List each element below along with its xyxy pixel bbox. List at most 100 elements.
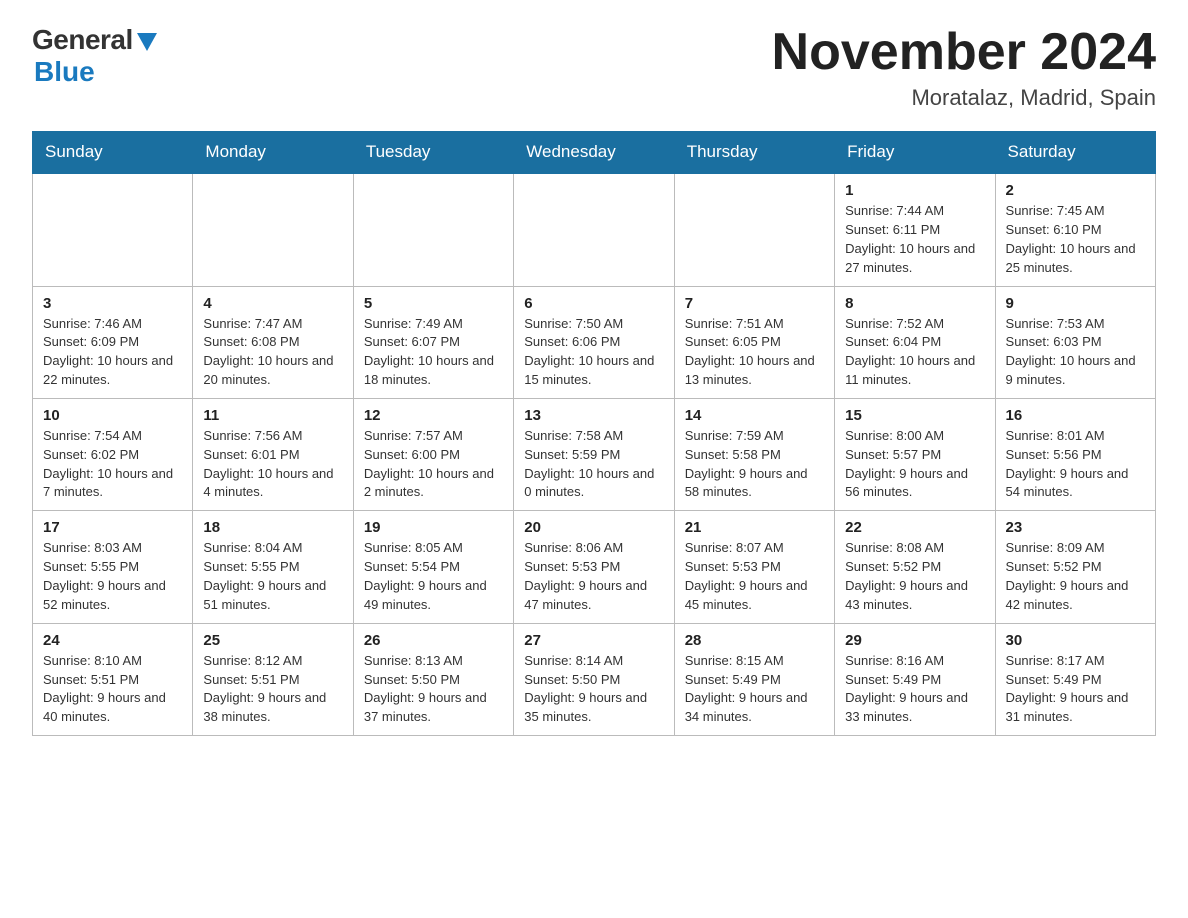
day-info: Sunrise: 8:13 AMSunset: 5:50 PMDaylight:… [364, 652, 503, 727]
calendar-cell [33, 173, 193, 286]
day-number: 11 [203, 407, 342, 424]
day-number: 29 [845, 632, 984, 649]
day-header-thursday: Thursday [674, 132, 834, 174]
calendar-cell: 15 Sunrise: 8:00 AMSunset: 5:57 PMDayligh… [835, 398, 995, 510]
calendar-cell: 6 Sunrise: 7:50 AMSunset: 6:06 PMDaylight… [514, 286, 674, 398]
calendar-cell: 27Sunrise: 8:14 AMSunset: 5:50 PMDayligh… [514, 623, 674, 735]
day-number: 1 [845, 182, 984, 199]
calendar-cell: 14 Sunrise: 7:59 AMSunset: 5:58 PMDayligh… [674, 398, 834, 510]
calendar-cell: 20 Sunrise: 8:06 AMSunset: 5:53 PMDayligh… [514, 511, 674, 623]
calendar-cell: 9 Sunrise: 7:53 AMSunset: 6:03 PMDaylight… [995, 286, 1155, 398]
day-header-sunday: Sunday [33, 132, 193, 174]
day-info: Sunrise: 8:15 AMSunset: 5:49 PMDaylight:… [685, 652, 824, 727]
calendar-cell: 29 Sunrise: 8:16 AMSunset: 5:49 PMDayligh… [835, 623, 995, 735]
day-number: 2 [1006, 182, 1145, 199]
day-number: 8 [845, 295, 984, 312]
day-info: Sunrise: 7:53 AMSunset: 6:03 PMDaylight:… [1006, 315, 1145, 390]
calendar-cell: 24 Sunrise: 8:10 AMSunset: 5:51 PMDayligh… [33, 623, 193, 735]
calendar-cell: 21 Sunrise: 8:07 AMSunset: 5:53 PMDayligh… [674, 511, 834, 623]
logo-general-text: General [32, 24, 133, 56]
calendar-cell [674, 173, 834, 286]
day-number: 14 [685, 407, 824, 424]
day-number: 18 [203, 519, 342, 536]
day-info: Sunrise: 8:05 AMSunset: 5:54 PMDaylight:… [364, 539, 503, 614]
day-number: 21 [685, 519, 824, 536]
location-label: Moratalaz, Madrid, Spain [772, 85, 1156, 111]
day-info: Sunrise: 8:12 AMSunset: 5:51 PMDaylight:… [203, 652, 342, 727]
day-info: Sunrise: 7:56 AMSunset: 6:01 PMDaylight:… [203, 427, 342, 502]
day-number: 24 [43, 632, 182, 649]
calendar-week-1: 1Sunrise: 7:44 AMSunset: 6:11 PMDaylight… [33, 173, 1156, 286]
day-info: Sunrise: 7:45 AMSunset: 6:10 PMDaylight:… [1006, 202, 1145, 277]
calendar-week-2: 3 Sunrise: 7:46 AMSunset: 6:09 PMDaylight… [33, 286, 1156, 398]
day-info: Sunrise: 8:04 AMSunset: 5:55 PMDaylight:… [203, 539, 342, 614]
day-number: 17 [43, 519, 182, 536]
day-info: Sunrise: 7:46 AMSunset: 6:09 PMDaylight:… [43, 315, 182, 390]
calendar-cell: 11 Sunrise: 7:56 AMSunset: 6:01 PMDayligh… [193, 398, 353, 510]
day-header-wednesday: Wednesday [514, 132, 674, 174]
day-info: Sunrise: 7:52 AMSunset: 6:04 PMDaylight:… [845, 315, 984, 390]
day-number: 9 [1006, 295, 1145, 312]
calendar-cell: 3 Sunrise: 7:46 AMSunset: 6:09 PMDaylight… [33, 286, 193, 398]
month-title: November 2024 [772, 24, 1156, 81]
day-info: Sunrise: 8:06 AMSunset: 5:53 PMDaylight:… [524, 539, 663, 614]
day-number: 5 [364, 295, 503, 312]
day-number: 15 [845, 407, 984, 424]
calendar-cell: 22Sunrise: 8:08 AMSunset: 5:52 PMDayligh… [835, 511, 995, 623]
day-info: Sunrise: 7:49 AMSunset: 6:07 PMDaylight:… [364, 315, 503, 390]
day-number: 27 [524, 632, 663, 649]
day-info: Sunrise: 7:51 AMSunset: 6:05 PMDaylight:… [685, 315, 824, 390]
day-info: Sunrise: 7:59 AMSunset: 5:58 PMDaylight:… [685, 427, 824, 502]
day-number: 30 [1006, 632, 1145, 649]
day-number: 28 [685, 632, 824, 649]
day-number: 12 [364, 407, 503, 424]
logo: General Blue [32, 24, 157, 88]
day-info: Sunrise: 8:01 AMSunset: 5:56 PMDaylight:… [1006, 427, 1145, 502]
calendar-week-5: 24 Sunrise: 8:10 AMSunset: 5:51 PMDayligh… [33, 623, 1156, 735]
logo-blue-text: Blue [34, 56, 95, 88]
day-header-monday: Monday [193, 132, 353, 174]
day-number: 4 [203, 295, 342, 312]
day-info: Sunrise: 8:16 AMSunset: 5:49 PMDaylight:… [845, 652, 984, 727]
day-info: Sunrise: 8:08 AMSunset: 5:52 PMDaylight:… [845, 539, 984, 614]
day-info: Sunrise: 7:47 AMSunset: 6:08 PMDaylight:… [203, 315, 342, 390]
calendar-cell: 5 Sunrise: 7:49 AMSunset: 6:07 PMDaylight… [353, 286, 513, 398]
calendar-cell [514, 173, 674, 286]
calendar-cell: 18 Sunrise: 8:04 AMSunset: 5:55 PMDayligh… [193, 511, 353, 623]
day-info: Sunrise: 7:58 AMSunset: 5:59 PMDaylight:… [524, 427, 663, 502]
day-info: Sunrise: 7:54 AMSunset: 6:02 PMDaylight:… [43, 427, 182, 502]
day-number: 10 [43, 407, 182, 424]
page-header: General Blue November 2024 Moratalaz, Ma… [32, 24, 1156, 111]
day-info: Sunrise: 7:57 AMSunset: 6:00 PMDaylight:… [364, 427, 503, 502]
calendar-cell: 17Sunrise: 8:03 AMSunset: 5:55 PMDayligh… [33, 511, 193, 623]
day-number: 3 [43, 295, 182, 312]
calendar-cell: 8 Sunrise: 7:52 AMSunset: 6:04 PMDaylight… [835, 286, 995, 398]
calendar-week-3: 10 Sunrise: 7:54 AMSunset: 6:02 PMDayligh… [33, 398, 1156, 510]
calendar-cell: 1Sunrise: 7:44 AMSunset: 6:11 PMDaylight… [835, 173, 995, 286]
day-info: Sunrise: 7:50 AMSunset: 6:06 PMDaylight:… [524, 315, 663, 390]
day-info: Sunrise: 8:10 AMSunset: 5:51 PMDaylight:… [43, 652, 182, 727]
day-number: 19 [364, 519, 503, 536]
calendar-cell: 13 Sunrise: 7:58 AMSunset: 5:59 PMDayligh… [514, 398, 674, 510]
calendar-header-row: SundayMondayTuesdayWednesdayThursdayFrid… [33, 132, 1156, 174]
day-number: 13 [524, 407, 663, 424]
day-info: Sunrise: 8:17 AMSunset: 5:49 PMDaylight:… [1006, 652, 1145, 727]
calendar-week-4: 17Sunrise: 8:03 AMSunset: 5:55 PMDayligh… [33, 511, 1156, 623]
calendar-cell: 28 Sunrise: 8:15 AMSunset: 5:49 PMDayligh… [674, 623, 834, 735]
calendar-cell: 16Sunrise: 8:01 AMSunset: 5:56 PMDayligh… [995, 398, 1155, 510]
day-info: Sunrise: 8:09 AMSunset: 5:52 PMDaylight:… [1006, 539, 1145, 614]
calendar-cell: 30 Sunrise: 8:17 AMSunset: 5:49 PMDayligh… [995, 623, 1155, 735]
day-number: 26 [364, 632, 503, 649]
day-info: Sunrise: 8:00 AMSunset: 5:57 PMDaylight:… [845, 427, 984, 502]
calendar-table: SundayMondayTuesdayWednesdayThursdayFrid… [32, 131, 1156, 736]
calendar-cell: 19 Sunrise: 8:05 AMSunset: 5:54 PMDayligh… [353, 511, 513, 623]
logo-triangle-icon [137, 33, 157, 51]
day-number: 23 [1006, 519, 1145, 536]
day-number: 7 [685, 295, 824, 312]
day-info: Sunrise: 8:07 AMSunset: 5:53 PMDaylight:… [685, 539, 824, 614]
calendar-cell: 4 Sunrise: 7:47 AMSunset: 6:08 PMDaylight… [193, 286, 353, 398]
calendar-cell: 12 Sunrise: 7:57 AMSunset: 6:00 PMDayligh… [353, 398, 513, 510]
day-number: 6 [524, 295, 663, 312]
calendar-cell: 7 Sunrise: 7:51 AMSunset: 6:05 PMDaylight… [674, 286, 834, 398]
day-number: 20 [524, 519, 663, 536]
